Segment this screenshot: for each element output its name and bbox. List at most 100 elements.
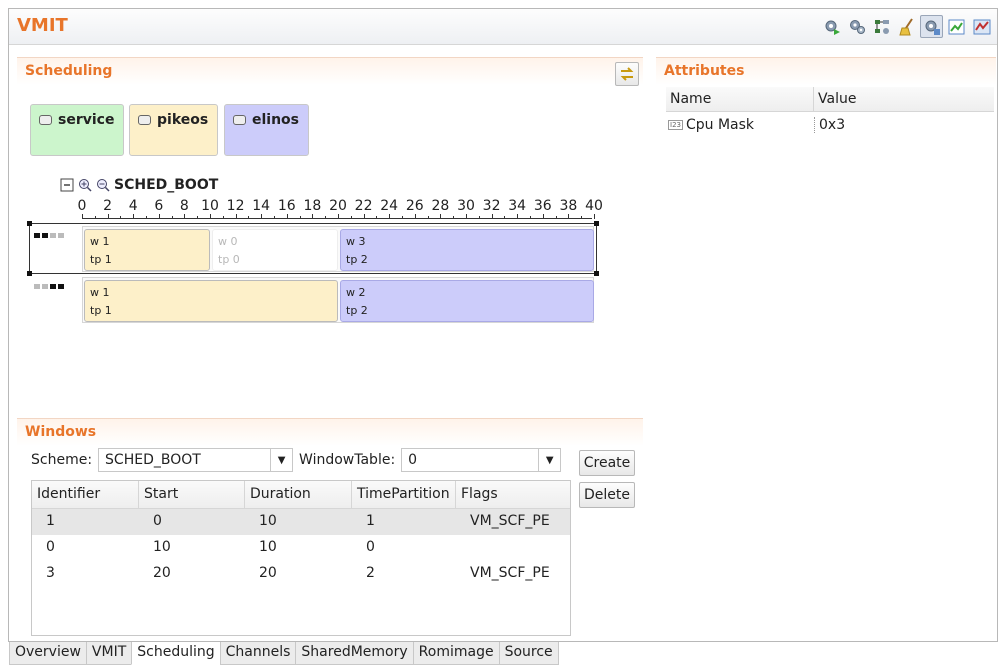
cell-flags: VM_SCF_PE	[470, 513, 550, 529]
window-table-select[interactable]: 0 ▼	[401, 448, 562, 472]
chart-edit-icon[interactable]	[945, 15, 968, 38]
chart-graph-icon[interactable]	[970, 15, 993, 38]
collapse-icon[interactable]	[60, 178, 74, 192]
ruler-minor-tick	[171, 216, 173, 219]
schedule-window[interactable]: w 1 tp 1	[84, 229, 210, 271]
selection-handle[interactable]	[594, 271, 599, 276]
gears-icon[interactable]	[845, 15, 868, 38]
ruler-tick-label: 26	[405, 198, 424, 214]
tab-shared-memory[interactable]: SharedMemory	[295, 642, 414, 665]
attribute-name-cell: I23 Cpu Mask	[666, 117, 814, 133]
table-row[interactable]: 0 10 10 0	[32, 535, 570, 561]
column-header[interactable]: TimePartition	[352, 481, 456, 508]
partition-service[interactable]: service	[30, 104, 124, 156]
ruler-minor-tick	[402, 216, 403, 219]
column-header[interactable]: Identifier	[32, 481, 139, 508]
zoom-in-icon[interactable]	[78, 178, 92, 192]
ruler-tick-label: 10	[201, 198, 219, 214]
cell-start: 20	[153, 565, 171, 581]
cpu-block	[50, 233, 56, 238]
ruler-minor-tick	[376, 216, 378, 219]
ruler-tick-label: 0	[77, 198, 87, 214]
ruler-tick-label: 6	[154, 198, 164, 214]
ruler-tick	[517, 214, 519, 219]
ruler-minor-tick	[555, 216, 557, 219]
chevron-down-icon[interactable]: ▼	[270, 449, 292, 471]
delete-button[interactable]: Delete	[579, 482, 635, 508]
table-row[interactable]: 3 20 20 2 VM_SCF_PE	[32, 561, 570, 587]
gear-selected-icon[interactable]	[920, 15, 943, 38]
ruler-minor-tick	[581, 216, 583, 219]
windows-table: Identifier Start Duration TimePartition …	[31, 480, 571, 636]
timeline-track[interactable]: w 1 tp 1 w 0 tp 0 w 3 tp 2	[82, 226, 594, 272]
column-header[interactable]: Name	[666, 87, 814, 111]
tab-source[interactable]: Source	[498, 642, 559, 665]
app-title: VMIT	[17, 15, 68, 36]
gear-play-icon[interactable]	[820, 15, 843, 38]
cpu-block	[58, 233, 64, 238]
ruler-tick	[338, 214, 339, 219]
cell-start: 0	[153, 513, 162, 529]
schedule-window[interactable]: w 3 tp 2	[340, 229, 594, 271]
ruler-tick	[235, 214, 237, 219]
column-header[interactable]: Flags	[456, 481, 570, 508]
chevron-down-icon[interactable]: ▼	[538, 449, 560, 471]
partition-label: service	[58, 112, 115, 128]
cell-start: 10	[153, 539, 171, 555]
ruler-minor-tick	[120, 216, 122, 219]
partition-elinos[interactable]: elinos	[224, 104, 309, 156]
broom-icon[interactable]	[895, 15, 918, 38]
selection-handle[interactable]	[27, 221, 32, 226]
ruler-tick	[389, 214, 391, 219]
table-row[interactable]: 1 0 10 1 VM_SCF_PE	[32, 509, 570, 535]
timeline-track[interactable]: w 1 tp 1 w 2 tp 2	[82, 277, 594, 323]
ruler-tick	[466, 214, 467, 219]
table-header: Identifier Start Duration TimePartition …	[32, 481, 570, 509]
ruler-tick-label: 32	[482, 198, 501, 214]
ruler-tick-label: 2	[103, 198, 113, 214]
ruler-minor-tick	[197, 216, 199, 219]
selection-handle[interactable]	[27, 271, 32, 276]
window-partition-label: tp 1	[90, 304, 112, 317]
attributes-table-header: Name Value	[666, 87, 994, 112]
timeline-scheme-name: SCHED_BOOT	[114, 177, 219, 193]
windows-title: Windows	[25, 424, 97, 440]
ruler-tick-label: 22	[354, 198, 373, 214]
ruler-tick	[184, 214, 186, 219]
ruler-tick	[491, 214, 493, 219]
tab-vmit[interactable]: VMIT	[85, 642, 133, 665]
scheme-select[interactable]: SCHED_BOOT ▼	[98, 448, 294, 472]
attribute-value[interactable]: 0x3	[814, 116, 994, 133]
ruler-tick	[312, 214, 314, 219]
ruler-minor-tick	[350, 216, 352, 219]
ruler-tick	[82, 214, 83, 219]
windows-controls: Scheme: SCHED_BOOT ▼ WindowTable: 0 ▼	[17, 448, 562, 472]
create-button[interactable]: Create	[579, 450, 635, 476]
ruler-tick-label: 8	[179, 198, 189, 214]
tab-romimage[interactable]: Romimage	[412, 642, 500, 665]
schedule-window[interactable]: w 2 tp 2	[340, 280, 594, 322]
swap-arrows-icon	[620, 67, 634, 81]
schedule-window[interactable]: w 0 tp 0	[212, 229, 338, 271]
cell-identifier: 1	[46, 513, 55, 529]
ruler-minor-tick	[274, 216, 275, 219]
tab-scheduling[interactable]: Scheduling	[131, 642, 221, 665]
attributes-table: Name Value I23 Cpu Mask 0x3	[666, 87, 994, 137]
tab-overview[interactable]: Overview	[9, 642, 87, 665]
partition-pikeos[interactable]: pikeos	[129, 104, 218, 156]
column-header[interactable]: Value	[814, 87, 994, 111]
window-table-value: 0	[408, 452, 418, 468]
tab-channels[interactable]: Channels	[219, 642, 297, 665]
column-header[interactable]: Duration	[245, 481, 352, 508]
zoom-out-icon[interactable]	[96, 178, 110, 192]
swap-layout-button[interactable]	[615, 62, 639, 86]
schedule-window[interactable]: w 1 tp 1	[84, 280, 338, 322]
ruler-minor-tick	[478, 216, 480, 219]
settings-tree-icon[interactable]	[870, 15, 893, 38]
selection-handle[interactable]	[594, 221, 599, 226]
ruler-tick-label: 36	[533, 198, 552, 214]
attribute-row[interactable]: I23 Cpu Mask 0x3	[666, 112, 994, 137]
column-header[interactable]: Start	[139, 481, 245, 508]
ruler-minor-tick	[530, 216, 531, 219]
ruler-minor-tick	[325, 216, 327, 219]
